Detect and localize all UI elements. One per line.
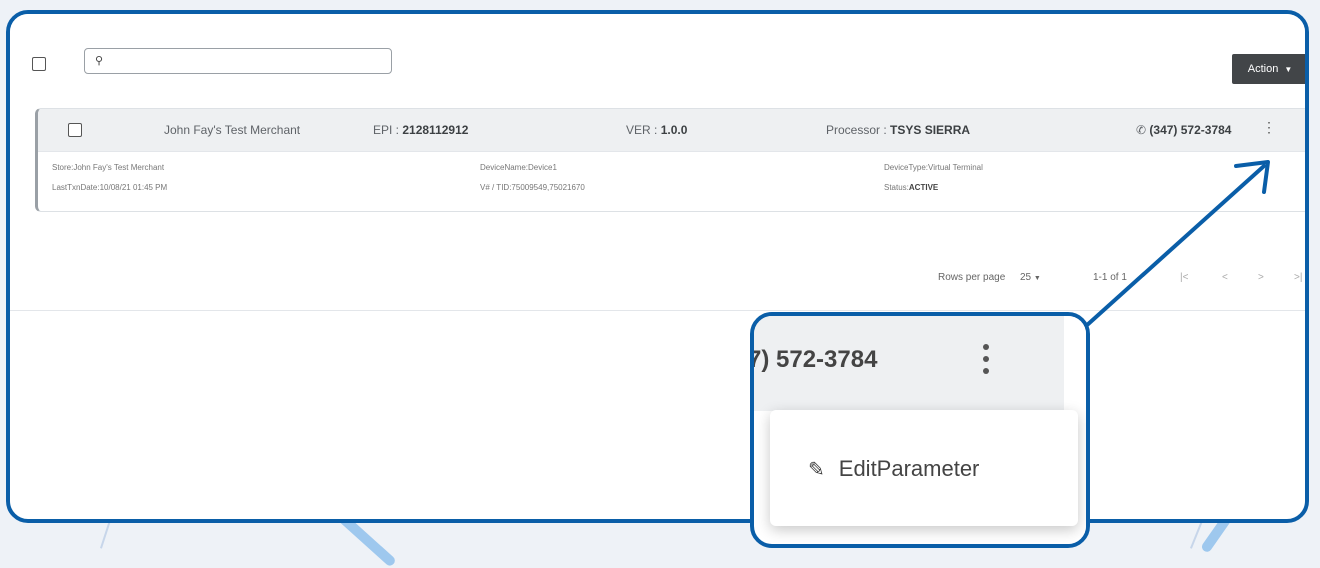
caret-down-icon: ▼ xyxy=(1284,64,1293,74)
device-name-field: DeviceName:Device1 xyxy=(480,163,557,172)
version-field: VER : 1.0.0 xyxy=(626,123,687,137)
more-options-icon[interactable] xyxy=(982,344,990,380)
zoom-phone-number: 7) 572-3784 xyxy=(750,346,878,373)
store-value: John Fay's Test Merchant xyxy=(73,163,165,172)
device-name-label: DeviceName: xyxy=(480,163,529,172)
page-range: 1-1 of 1 xyxy=(1093,272,1127,283)
row-checkbox[interactable] xyxy=(68,123,82,137)
caret-down-icon: ▼ xyxy=(1033,275,1041,282)
last-page-icon[interactable]: >| xyxy=(1294,272,1302,283)
device-type-value: Virtual Terminal xyxy=(928,163,983,172)
merchant-name: John Fay's Test Merchant xyxy=(164,123,301,137)
processor-label: Processor : xyxy=(826,123,887,137)
prev-page-icon[interactable]: < xyxy=(1222,272,1228,283)
epi-label: EPI : xyxy=(373,123,400,137)
tid-value: 75009549,75021670 xyxy=(511,183,585,192)
merchant-card: John Fay's Test Merchant EPI : 212811291… xyxy=(35,108,1305,212)
device-name-value: Device1 xyxy=(528,163,557,172)
last-txn-value: 10/08/21 01:45 PM xyxy=(99,183,168,192)
app-frame: ⚲ Action ▼ John Fay's Test Merchant EPI … xyxy=(6,10,1309,523)
status-value: ACTIVE xyxy=(908,183,939,192)
tid-label: V# / TID: xyxy=(480,183,512,192)
processor-value: TSYS SIERRA xyxy=(890,123,971,137)
action-label: Action xyxy=(1247,63,1279,75)
status-field: Status:ACTIVE xyxy=(884,183,938,192)
zoom-callout: 7) 572-3784 ✎ EditParameter xyxy=(750,312,1090,548)
ver-label: VER : xyxy=(626,123,658,137)
phone-icon: ✆ xyxy=(1136,123,1147,137)
device-type-label: DeviceType: xyxy=(884,163,929,172)
device-type-field: DeviceType:Virtual Terminal xyxy=(884,163,983,172)
tid-field: V# / TID:75009549,75021670 xyxy=(480,183,585,192)
panel-divider xyxy=(10,310,1305,311)
context-menu: ✎ EditParameter xyxy=(770,410,1078,526)
merchant-card-header[interactable]: John Fay's Test Merchant EPI : 212811291… xyxy=(38,109,1305,152)
pencil-icon: ✎ xyxy=(808,458,825,481)
processor-field: Processor : TSYS SIERRA xyxy=(826,123,970,137)
search-input[interactable]: ⚲ xyxy=(84,48,392,74)
action-button[interactable]: Action ▼ xyxy=(1232,54,1305,84)
phone-number: (347) 572-3784 xyxy=(1149,123,1232,137)
phone-field: ✆ (347) 572-3784 xyxy=(1136,123,1231,137)
last-txn-field: LastTxnDate:10/08/21 01:45 PM xyxy=(52,183,167,192)
select-all-checkbox[interactable] xyxy=(32,57,46,71)
rows-per-page-value: 25 xyxy=(1020,272,1032,283)
rows-per-page-select[interactable]: 25 ▼ xyxy=(1020,272,1041,283)
last-txn-label: LastTxnDate: xyxy=(52,183,100,192)
edit-parameter-menu-item[interactable]: ✎ EditParameter xyxy=(808,456,979,482)
epi-value: 2128112912 xyxy=(402,123,469,137)
first-page-icon[interactable]: |< xyxy=(1180,272,1188,283)
epi-field: EPI : 2128112912 xyxy=(373,123,468,137)
list-panel: ⚲ Action ▼ John Fay's Test Merchant EPI … xyxy=(10,14,1305,314)
store-label: Store: xyxy=(52,163,74,172)
status-label: Status: xyxy=(884,183,909,192)
more-options-icon[interactable]: ⋮ xyxy=(1262,119,1276,136)
search-icon: ⚲ xyxy=(95,55,104,67)
menu-item-label: EditParameter xyxy=(838,456,980,481)
rows-per-page-label: Rows per page xyxy=(938,272,1006,283)
ver-value: 1.0.0 xyxy=(660,123,688,137)
next-page-icon[interactable]: > xyxy=(1258,272,1264,283)
store-field: Store:John Fay's Test Merchant xyxy=(52,163,164,172)
